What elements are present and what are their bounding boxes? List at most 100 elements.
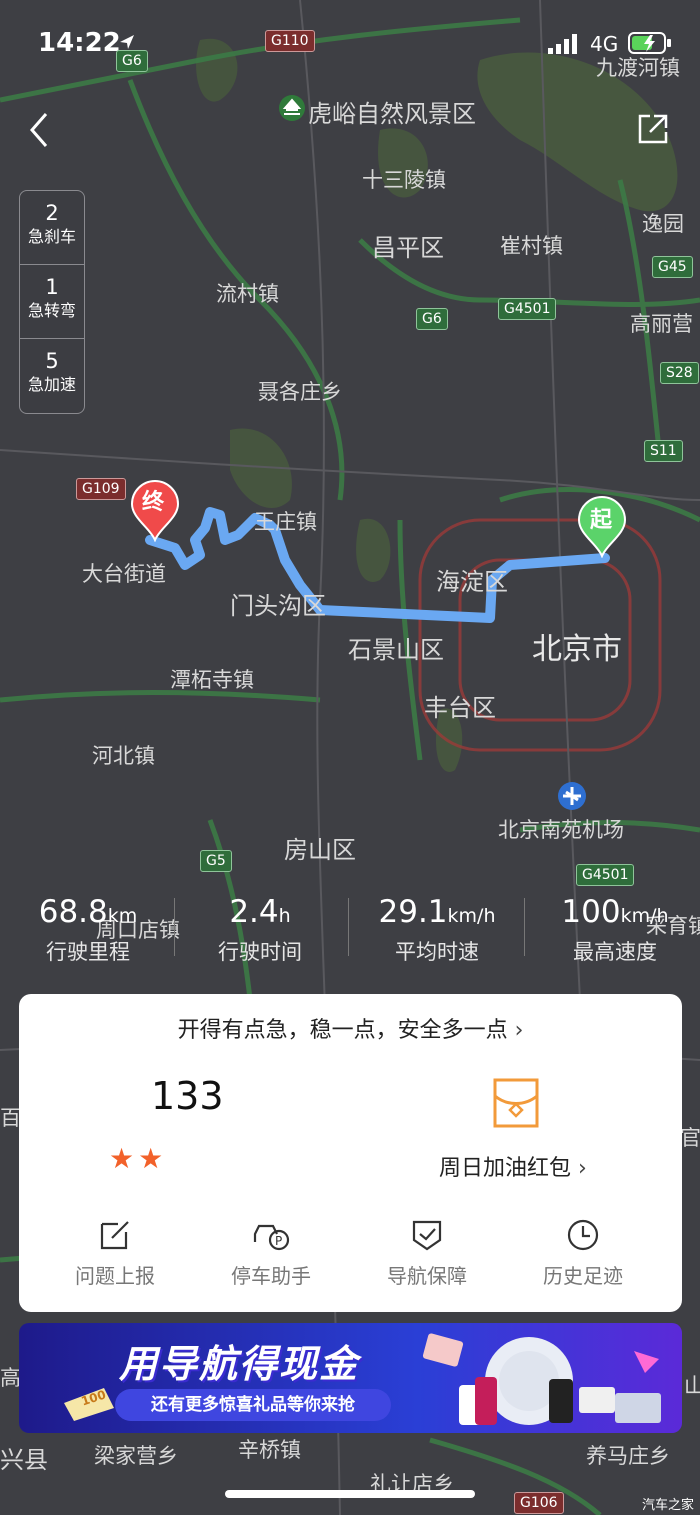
red-packet-text: 周日加油红包	[439, 1156, 572, 1181]
place-label: 逸园	[642, 212, 684, 236]
banner-title: 用导航得现金	[119, 1342, 360, 1386]
highway-shield: S11	[644, 440, 683, 462]
nav-guarantee-button[interactable]: 导航保障	[349, 1218, 505, 1289]
tool-row: 问题上报 P 停车助手 导航保障 历史足迹	[19, 1218, 682, 1298]
prize-products-icon	[422, 1333, 661, 1425]
chevron-right-icon: ›	[514, 1018, 524, 1043]
highway-shield: S28	[660, 362, 699, 384]
place-label: 潭柘寺镇	[170, 668, 254, 692]
watermark: 汽车之家	[641, 1498, 694, 1513]
history-button[interactable]: 历史足迹	[505, 1218, 661, 1289]
place-label: 高	[0, 1366, 21, 1390]
status-time: 14:22	[38, 28, 121, 58]
red-packet-link[interactable]: 周日加油红包 ›	[439, 1150, 587, 1182]
parking-assistant-button[interactable]: P 停车助手	[193, 1218, 349, 1289]
driving-tip-link[interactable]: 开得有点急，稳一点，安全多一点 ›	[19, 1012, 682, 1044]
divider	[348, 898, 349, 956]
place-label: 大台街道	[82, 562, 166, 586]
highway-shield: G110	[265, 30, 315, 52]
stat-unit: h	[278, 905, 291, 927]
location-arrow-icon	[120, 35, 134, 49]
place-label: 流村镇	[216, 282, 279, 306]
place-label: 聂各庄乡	[258, 380, 342, 404]
red-packet-icon[interactable]	[493, 1078, 539, 1128]
end-marker-label: 终	[142, 490, 165, 515]
place-label: 百	[0, 1106, 21, 1130]
trip-stats: 68.8km 行驶里程 2.4h 行驶时间 29.1km/h 平均时速 100k…	[0, 890, 700, 970]
stat-label: 最高速度	[573, 940, 657, 964]
stat-value: 68.8	[38, 894, 108, 930]
stat-unit: km	[107, 905, 138, 927]
shield-check-icon	[412, 1220, 442, 1251]
place-label: 高丽营	[630, 312, 693, 336]
event-count: 5	[45, 349, 59, 373]
stat-duration: 2.4h 行驶时间	[190, 890, 330, 966]
stat-avg-speed: 29.1km/h 平均时速	[362, 890, 512, 966]
place-label: 门头沟区	[230, 592, 326, 620]
tool-label: 问题上报	[75, 1264, 155, 1288]
start-marker-label: 起	[590, 508, 613, 533]
report-issue-button[interactable]: 问题上报	[37, 1218, 193, 1289]
event-hard-brake[interactable]: 2 急刹车	[20, 191, 84, 265]
highway-shield: G6	[116, 50, 148, 72]
highway-shield: G6	[416, 308, 448, 330]
place-label: 养马庄乡	[586, 1444, 670, 1468]
place-label: 石景山区	[348, 636, 444, 664]
battery-icon	[628, 32, 671, 54]
stat-value: 100	[561, 894, 621, 930]
divider	[524, 898, 525, 956]
star-icon: ★	[138, 1142, 168, 1175]
rating-stars: ★★	[109, 1142, 167, 1175]
stat-unit: km/h	[620, 905, 669, 927]
star-icon: ★	[109, 1142, 139, 1175]
tool-label: 停车助手	[231, 1264, 311, 1288]
stat-label: 行驶时间	[218, 940, 302, 964]
stat-distance: 68.8km 行驶里程	[18, 890, 158, 966]
share-icon[interactable]	[636, 112, 670, 146]
status-bar: 14:22 4G	[0, 0, 700, 80]
event-label: 急加速	[27, 375, 76, 394]
place-label: 海淀区	[436, 568, 508, 596]
event-label: 急刹车	[27, 227, 76, 246]
highway-shield: G4501	[498, 298, 557, 320]
place-label: 北京南苑机场	[498, 818, 624, 842]
stat-value: 2.4	[229, 894, 279, 930]
place-label: 梁家营乡	[94, 1444, 178, 1468]
driving-tip-text: 开得有点急，稳一点，安全多一点	[177, 1018, 508, 1043]
stat-max-speed: 100km/h 最高速度	[536, 890, 694, 966]
clock-icon	[567, 1219, 599, 1251]
tool-label: 历史足迹	[543, 1264, 623, 1288]
highway-shield: G4501	[576, 864, 635, 886]
tool-label: 导航保障	[387, 1264, 467, 1288]
place-label: 河北镇	[92, 744, 155, 768]
trip-summary-card: 开得有点急，稳一点，安全多一点 › 133 ★★ 周日加油红包 › 问题上报 P…	[19, 994, 682, 1312]
home-indicator[interactable]	[225, 1490, 475, 1498]
divider	[174, 898, 175, 956]
driving-events-panel: 2 急刹车 1 急转弯 5 急加速	[19, 190, 85, 414]
place-label: 昌平区	[372, 234, 444, 262]
event-count: 1	[45, 275, 59, 299]
event-count: 2	[45, 201, 59, 225]
event-sharp-turn[interactable]: 1 急转弯	[20, 265, 84, 339]
parking-car-icon: P	[253, 1224, 290, 1251]
place-label: 虎峪自然风景区	[308, 100, 476, 128]
promo-banner[interactable]: 100 用导航得现金 还有更多惊喜礼品等你来抢	[19, 1323, 682, 1433]
place-label: 王庄镇	[254, 510, 317, 534]
place-label: 山	[684, 1374, 700, 1398]
event-label: 急转弯	[27, 301, 76, 320]
highway-shield: G45	[652, 256, 693, 278]
place-label: 辛桥镇	[238, 1438, 301, 1462]
place-label: 九渡河镇	[596, 56, 680, 80]
back-icon[interactable]	[26, 110, 54, 150]
place-label: 十三陵镇	[362, 168, 446, 192]
signal-icon	[548, 34, 577, 54]
place-label: 兴县	[0, 1446, 48, 1474]
stat-label: 行驶里程	[46, 940, 130, 964]
place-label: 丰台区	[424, 694, 496, 722]
edit-icon	[100, 1221, 129, 1250]
banner-subtitle: 还有更多惊喜礼品等你来抢	[115, 1389, 391, 1421]
highway-shield: G106	[514, 1492, 564, 1514]
place-label: 崔村镇	[500, 234, 563, 258]
event-rapid-accel[interactable]: 5 急加速	[20, 339, 84, 413]
highway-shield: G5	[200, 850, 232, 872]
